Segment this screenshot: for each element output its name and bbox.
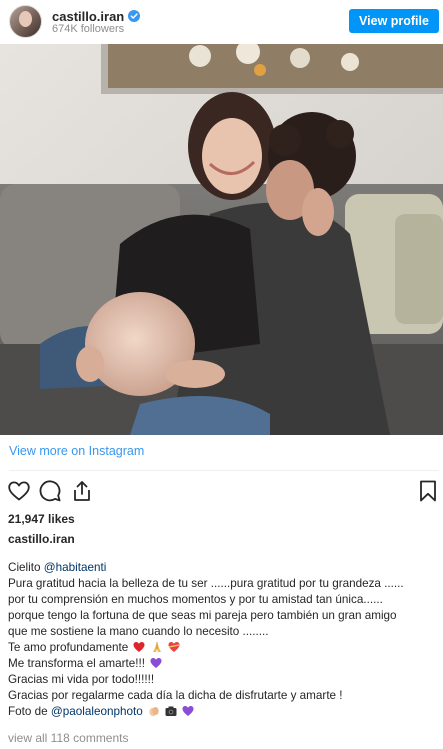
- caption-line: Foto de @paolaleonphoto: [8, 704, 440, 720]
- likes-count[interactable]: 21,947 likes: [8, 512, 75, 526]
- view-more-on-instagram-link[interactable]: View more on Instagram: [9, 444, 144, 458]
- bookmark-icon[interactable]: [416, 479, 440, 503]
- divider: [9, 470, 439, 471]
- post-header: castillo.iran 674K followers View profil…: [0, 0, 443, 44]
- heart-icon[interactable]: [7, 479, 31, 503]
- praying-hands-emoji-icon: [152, 642, 161, 652]
- purple-heart-emoji-icon: [150, 658, 162, 668]
- caption-line: Me transforma el amarte!!!: [8, 656, 440, 672]
- caption-line: Pura gratitud hacia la belleza de tu ser…: [8, 577, 404, 590]
- caption-line: Cielito @habitaenti: [8, 561, 107, 574]
- camera-emoji-icon: [165, 706, 177, 716]
- couple-photo-illustration: [0, 44, 443, 435]
- heart-with-ribbon-emoji-icon: [168, 642, 180, 652]
- verified-badge-icon: [128, 10, 141, 22]
- mention-link[interactable]: @paolaleonphoto: [51, 705, 143, 718]
- followers-count: 674K followers: [52, 23, 125, 35]
- caption-text: Cielito @habitaenti Pura gratitud hacia …: [8, 560, 440, 720]
- share-icon[interactable]: [70, 479, 94, 503]
- caption-line: que me sostiene la mano cuando lo necesi…: [8, 625, 269, 638]
- clapping-hands-emoji-icon: [149, 707, 159, 717]
- caption-line: porque tengo la fortuna de que seas mi p…: [8, 609, 397, 622]
- action-bar: [0, 479, 443, 505]
- post-photo[interactable]: [0, 44, 443, 435]
- mention-link[interactable]: @habitaenti: [44, 561, 107, 574]
- purple-heart-emoji-icon: [182, 706, 194, 716]
- caption-line: Te amo profundamente: [8, 640, 440, 656]
- view-profile-button[interactable]: View profile: [349, 9, 439, 33]
- caption-line: por tu comprensión en muchos momentos y …: [8, 593, 383, 606]
- avatar[interactable]: [9, 5, 42, 38]
- username-row: castillo.iran: [52, 8, 141, 24]
- red-heart-emoji-icon: [133, 642, 145, 652]
- caption-line: Gracias mi vida por todo!!!!!!: [8, 673, 155, 686]
- comment-icon[interactable]: [38, 479, 62, 503]
- view-all-comments-link[interactable]: view all 118 comments: [8, 731, 129, 745]
- username-link[interactable]: castillo.iran: [52, 9, 124, 24]
- caption-line: Gracias por regalarme cada día la dicha …: [8, 689, 343, 702]
- caption-username[interactable]: castillo.iran: [8, 532, 75, 546]
